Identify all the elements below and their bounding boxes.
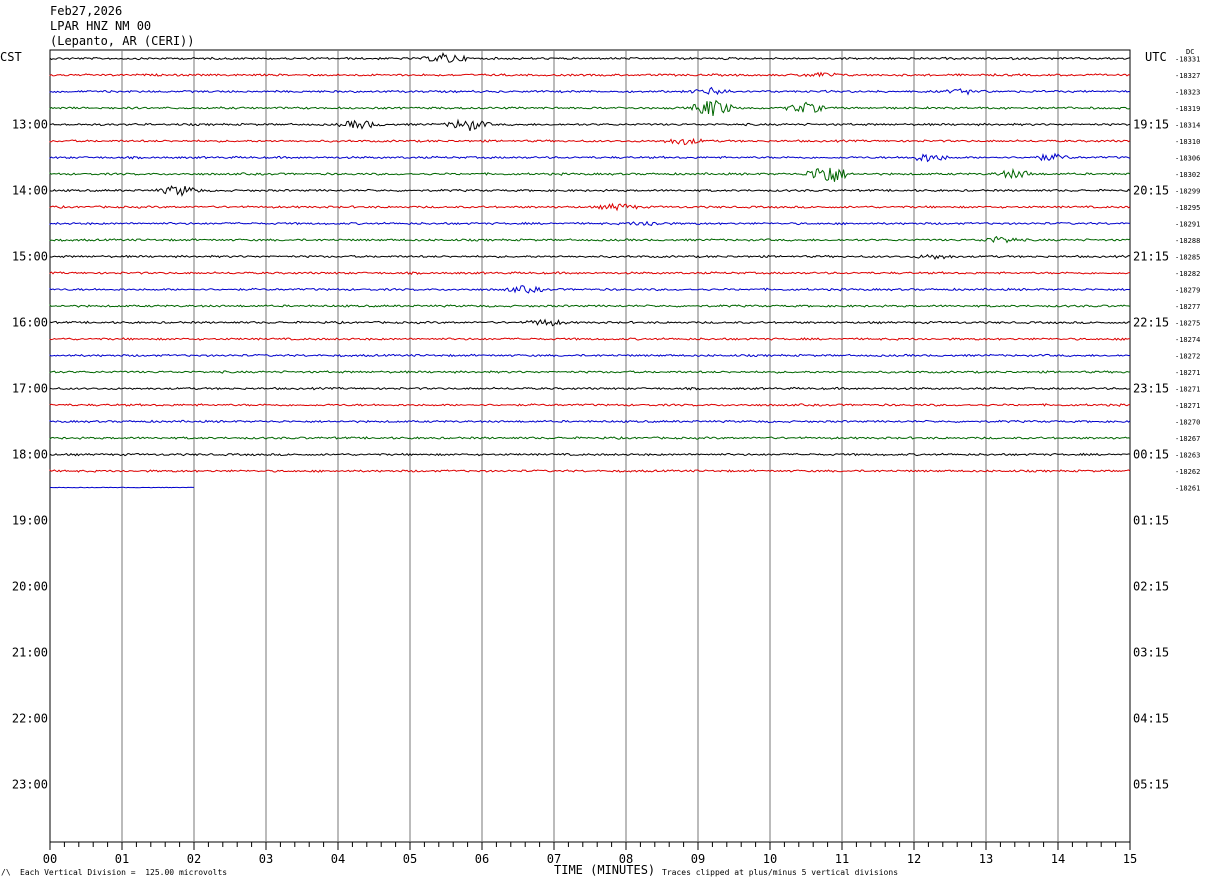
seismic-trace [49,285,1131,294]
left-hour-label: 21:00 [12,646,48,660]
left-hour-label: 23:00 [12,778,48,792]
seismic-trace [49,370,1130,374]
dc-offset-label: -18314 [1175,122,1200,130]
left-hour-label: 20:00 [12,580,48,594]
right-hour-label: 05:15 [1133,778,1169,792]
dc-offset-label: -18277 [1175,303,1200,311]
right-hour-label: 22:15 [1133,316,1169,330]
seismic-trace [49,419,1131,424]
right-hour-label: 19:15 [1133,118,1169,132]
seismic-trace [49,386,1131,391]
dc-offset-label: -18310 [1175,138,1200,146]
x-tick-label: 05 [403,852,417,866]
right-hour-label: 00:15 [1133,448,1169,462]
helicorder-plot: 00 01 02 03 04 05 06 07 08 09 10 11 12 13 14 1513:0014:… [12,49,1200,866]
seismic-trace [49,202,1131,212]
x-tick-label: 13 [979,852,993,866]
seismic-trace [49,403,1131,407]
right-hour-label: 01:15 [1133,514,1169,528]
seismic-trace [49,167,1131,182]
left-hour-label: 15:00 [12,250,48,264]
seismic-trace [49,52,1131,63]
dc-offset-label: -18261 [1175,485,1200,493]
dc-offset-label: -18271 [1175,386,1200,394]
right-hour-label: 04:15 [1133,712,1169,726]
seismic-trace [49,318,1131,327]
seismic-trace [49,304,1131,308]
x-tick-label: 09 [691,852,705,866]
dc-offset-label: -18323 [1175,89,1200,97]
dc-offset-label: -18274 [1175,336,1200,344]
seismic-trace [49,220,1131,226]
left-hour-label: 22:00 [12,712,48,726]
seismic-trace [49,469,1131,473]
dc-offset-label: -18275 [1175,320,1200,328]
corner-mark: /\ [1,868,11,877]
vertical-division-scale-note: Each Vertical Division = 125.00 microvol… [20,868,228,877]
dc-offset-label: -18285 [1175,254,1200,262]
left-hour-label: 14:00 [12,184,48,198]
seismic-trace [49,452,1131,457]
dc-offset-label: -18282 [1175,270,1200,278]
left-hour-label: 17:00 [12,382,48,396]
x-tick-label: 12 [907,852,921,866]
x-tick-label: 01 [115,852,129,866]
seismic-trace [49,235,1131,244]
dc-offset-label: -18331 [1175,56,1200,64]
right-hour-label: 03:15 [1133,646,1169,660]
left-hour-label: 13:00 [12,118,48,132]
seismic-trace [49,436,1131,440]
x-tick-label: 00 [43,852,57,866]
dc-offset-label: -18272 [1175,353,1200,361]
dc-offset-label: -18262 [1175,468,1200,476]
seismic-trace [49,254,1131,261]
seismic-trace [49,185,1131,197]
clipping-note: Traces clipped at plus/minus 5 vertical … [662,868,899,877]
dc-offset-label: -18267 [1175,435,1200,443]
x-tick-label: 14 [1051,852,1065,866]
x-tick-label: 06 [475,852,489,866]
dc-offset-label: -18263 [1175,452,1200,460]
left-hour-label: 19:00 [12,514,48,528]
x-tick-label: 03 [259,852,273,866]
right-hour-label: 02:15 [1133,580,1169,594]
seismic-trace [49,337,1130,341]
x-tick-label: 15 [1123,852,1137,866]
dc-offset-label: -18299 [1175,188,1200,196]
seismic-trace [49,152,1131,163]
plot-frame [49,49,1131,843]
dc-offset-label: -18319 [1175,105,1200,113]
dc-offset-label: -18279 [1175,287,1200,295]
seismic-trace [49,71,1131,78]
seismic-trace [49,118,1131,132]
seismic-trace [49,271,1131,275]
dc-offset-label: -18295 [1175,204,1200,212]
dc-offset-label: -18306 [1175,155,1200,163]
x-axis-label: TIME (MINUTES) [554,863,656,877]
x-tick-label: 02 [187,852,201,866]
right-hour-label: 21:15 [1133,250,1169,264]
dc-offset-label: -18302 [1175,171,1200,179]
right-hour-label: 20:15 [1133,184,1169,198]
left-hour-label: 18:00 [12,448,48,462]
dc-offset-label: -18271 [1175,369,1200,377]
dc-offset-label: -18291 [1175,221,1200,229]
x-tick-label: 04 [331,852,345,866]
x-tick-label: 10 [763,852,777,866]
dc-offset-label: -18327 [1175,72,1200,80]
dc-offset-label: -18288 [1175,237,1200,245]
seismic-trace [49,353,1131,358]
dc-offset-label: -18271 [1175,402,1200,410]
left-hour-label: 16:00 [12,316,48,330]
right-hour-label: 23:15 [1133,382,1169,396]
seismic-trace [49,137,1131,146]
seismic-trace [49,99,1131,116]
x-tick-label: 11 [835,852,849,866]
seismic-trace [49,86,1131,96]
dc-offset-label: -18270 [1175,419,1200,427]
